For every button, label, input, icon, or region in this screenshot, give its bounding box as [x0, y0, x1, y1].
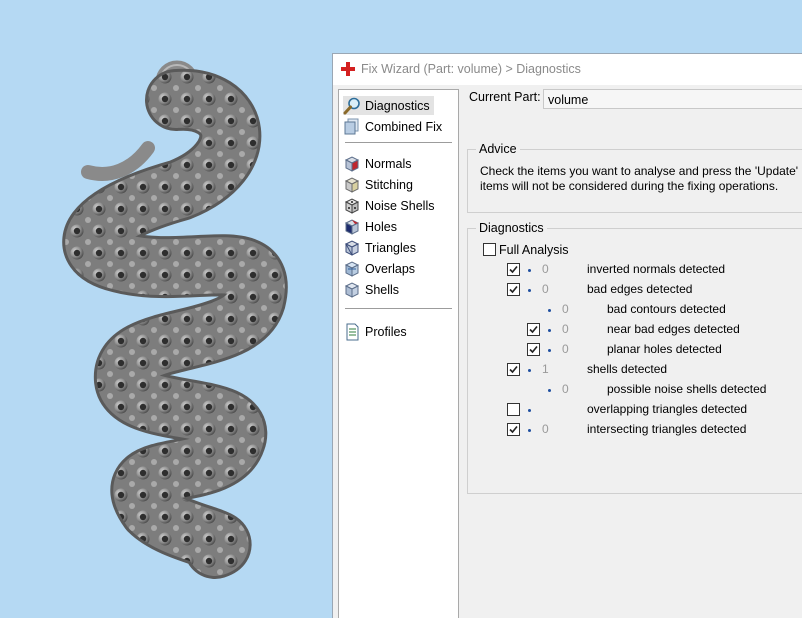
- diagnostic-label: bad edges detected: [587, 282, 693, 296]
- bullet-icon: [528, 409, 531, 412]
- wizard-client-area: Diagnostics Combined Fix Normals Stitchi…: [333, 85, 802, 618]
- diagnostic-checkbox[interactable]: [527, 343, 540, 356]
- diagnostic-label: intersecting triangles detected: [587, 422, 747, 436]
- current-part-field[interactable]: volume: [543, 89, 802, 109]
- diagnostic-count: 0: [542, 262, 549, 276]
- checkmark-icon: [509, 365, 518, 374]
- diagnostic-count: 0: [562, 382, 569, 396]
- title-bar[interactable]: Fix Wizard (Part: volume) > Diagnostics: [333, 54, 802, 84]
- diagnostics-group: Diagnostics Full Analysis 0 inverted norm…: [467, 221, 802, 494]
- medical-cross-icon: [341, 62, 355, 76]
- bullet-icon: [548, 309, 551, 312]
- nav-item-label: Shells: [365, 282, 400, 297]
- nav-item-combined-fix[interactable]: Combined Fix: [343, 117, 446, 136]
- diagnostic-count: 1: [542, 362, 549, 376]
- checkmark-icon: [529, 345, 538, 354]
- shells-cube-icon: [344, 281, 360, 298]
- diagnostic-checkbox[interactable]: [507, 263, 520, 276]
- nav-item-label: Combined Fix: [365, 119, 443, 134]
- profiles-document-icon: [346, 323, 359, 340]
- bullet-icon: [528, 429, 531, 432]
- diagnostic-count: 0: [542, 282, 549, 296]
- diagnostic-count: 0: [542, 422, 549, 436]
- bullet-icon: [528, 289, 531, 292]
- normals-cube-icon: [344, 155, 360, 172]
- diagnostic-checkbox[interactable]: [507, 423, 520, 436]
- diagnostic-label: possible noise shells detected: [607, 382, 767, 396]
- diagnostic-checkbox[interactable]: [507, 403, 520, 416]
- nav-item-holes[interactable]: Holes: [343, 217, 401, 236]
- advice-title: Advice: [476, 142, 520, 156]
- wizard-navigation-pane: Diagnostics Combined Fix Normals Stitchi…: [338, 89, 459, 618]
- nav-item-label: Stitching: [365, 177, 413, 192]
- nav-item-label: Noise Shells: [365, 198, 435, 213]
- diagnostics-title: Diagnostics: [476, 221, 547, 235]
- advice-text: Check the items you want to analyse and …: [480, 164, 802, 194]
- diagnostic-count: 0: [562, 322, 569, 336]
- checkmark-icon: [529, 325, 538, 334]
- diagnostic-checkbox[interactable]: [507, 283, 520, 296]
- checkbox-box[interactable]: [483, 243, 496, 256]
- diagnostic-label: overlapping triangles detected: [587, 402, 748, 416]
- bullet-icon: [548, 389, 551, 392]
- nav-separator: [345, 308, 452, 309]
- diagnostic-label: planar holes detected: [607, 342, 722, 356]
- noise-shells-dice-icon: [344, 197, 360, 214]
- nav-item-label: Normals: [365, 156, 412, 171]
- current-part-label: Current Part:: [469, 90, 541, 104]
- diagnostic-label: shells detected: [587, 362, 668, 376]
- advice-line-1: Check the items you want to analyse and …: [480, 164, 802, 178]
- stitching-cube-icon: [344, 176, 360, 193]
- full-analysis-label: Full Analysis: [499, 243, 569, 257]
- nav-item-label: Diagnostics: [365, 98, 430, 113]
- nav-item-normals[interactable]: Normals: [343, 154, 416, 173]
- serpent-pendant-model[interactable]: [0, 0, 330, 618]
- nav-item-triangles[interactable]: Triangles: [343, 238, 420, 257]
- diagnostic-label: near bad edges detected: [607, 322, 740, 336]
- bullet-icon: [548, 329, 551, 332]
- diagnostic-checkbox[interactable]: [527, 323, 540, 336]
- diagnostic-label: bad contours detected: [607, 302, 726, 316]
- nav-item-noise-shells[interactable]: Noise Shells: [343, 196, 438, 215]
- overlaps-cube-icon: [344, 260, 360, 277]
- checkmark-icon: [509, 265, 518, 274]
- bullet-icon: [548, 349, 551, 352]
- checkmark-icon: [509, 285, 518, 294]
- nav-item-diagnostics[interactable]: Diagnostics: [343, 96, 434, 115]
- diagnostics-page: Current Part: volume Advice Check the it…: [463, 85, 802, 618]
- nav-item-profiles[interactable]: Profiles: [343, 322, 411, 341]
- nav-item-overlaps[interactable]: Overlaps: [343, 259, 419, 278]
- diagnostic-count: 0: [562, 342, 569, 356]
- holes-cube-icon: [344, 218, 360, 235]
- nav-separator: [345, 142, 452, 143]
- nav-item-stitching[interactable]: Stitching: [343, 175, 417, 194]
- nav-item-label: Triangles: [365, 240, 416, 255]
- diagnostic-label: inverted normals detected: [587, 262, 726, 276]
- advice-group: Advice Check the items you want to analy…: [467, 142, 802, 213]
- nav-item-shells[interactable]: Shells: [343, 280, 403, 299]
- advice-line-2: items will not be considered during the …: [480, 179, 779, 193]
- triangles-cube-icon: [344, 239, 360, 256]
- diagnostic-checkbox[interactable]: [507, 363, 520, 376]
- combined-fix-icon: [344, 118, 359, 134]
- bullet-icon: [528, 269, 531, 272]
- window-title: Fix Wizard (Part: volume) > Diagnostics: [361, 62, 581, 76]
- magnifier-icon: [343, 97, 360, 114]
- checkmark-icon: [509, 425, 518, 434]
- nav-item-label: Overlaps: [365, 261, 416, 276]
- fix-wizard-window: Fix Wizard (Part: volume) > Diagnostics …: [332, 53, 802, 618]
- nav-item-label: Profiles: [365, 324, 407, 339]
- nav-item-label: Holes: [365, 219, 397, 234]
- diagnostic-count: 0: [562, 302, 569, 316]
- bullet-icon: [528, 369, 531, 372]
